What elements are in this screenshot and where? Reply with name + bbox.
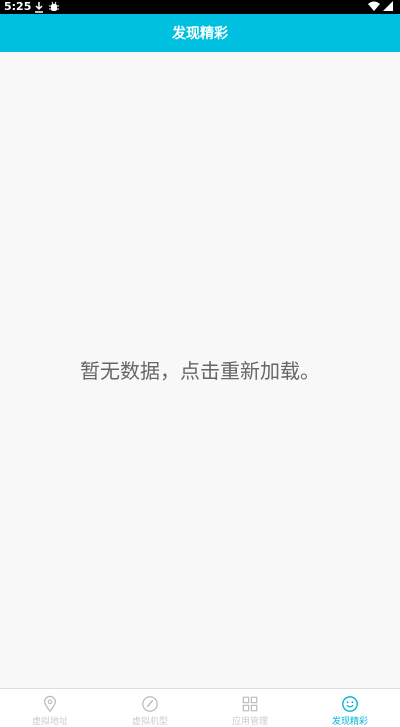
status-time: 5:25 (4, 0, 32, 13)
location-pin-icon (43, 695, 57, 713)
tab-label: 应用管理 (231, 717, 268, 727)
reload-message[interactable]: 暂无数据，点击重新加载。 (0, 355, 400, 384)
grid-icon (242, 696, 258, 712)
tab-label: 发现精彩 (331, 717, 368, 727)
signal-icon (383, 1, 393, 11)
pencil-circle-icon (142, 696, 158, 712)
tab-virtual-address[interactable]: 虚拟地址 (0, 689, 100, 727)
tab-app-management[interactable]: 应用管理 (200, 689, 300, 727)
tab-virtual-model[interactable]: 虚拟机型 (100, 689, 200, 727)
content-area: 暂无数据，点击重新加载。 (0, 52, 400, 688)
tab-label: 虚拟机型 (131, 717, 168, 727)
title-bar: 发现精彩 (0, 14, 400, 52)
bug-icon (49, 1, 59, 11)
smiley-icon (342, 696, 358, 712)
tab-discover[interactable]: 发现精彩 (300, 689, 400, 727)
page-title: 发现精彩 (172, 26, 228, 42)
bottom-nav: 虚拟地址 虚拟机型 应用管理 发现精彩 (0, 688, 400, 727)
status-bar: 5:25 (0, 0, 400, 14)
wifi-icon (368, 1, 380, 11)
download-icon (35, 2, 43, 13)
tab-label: 虚拟地址 (31, 717, 68, 727)
